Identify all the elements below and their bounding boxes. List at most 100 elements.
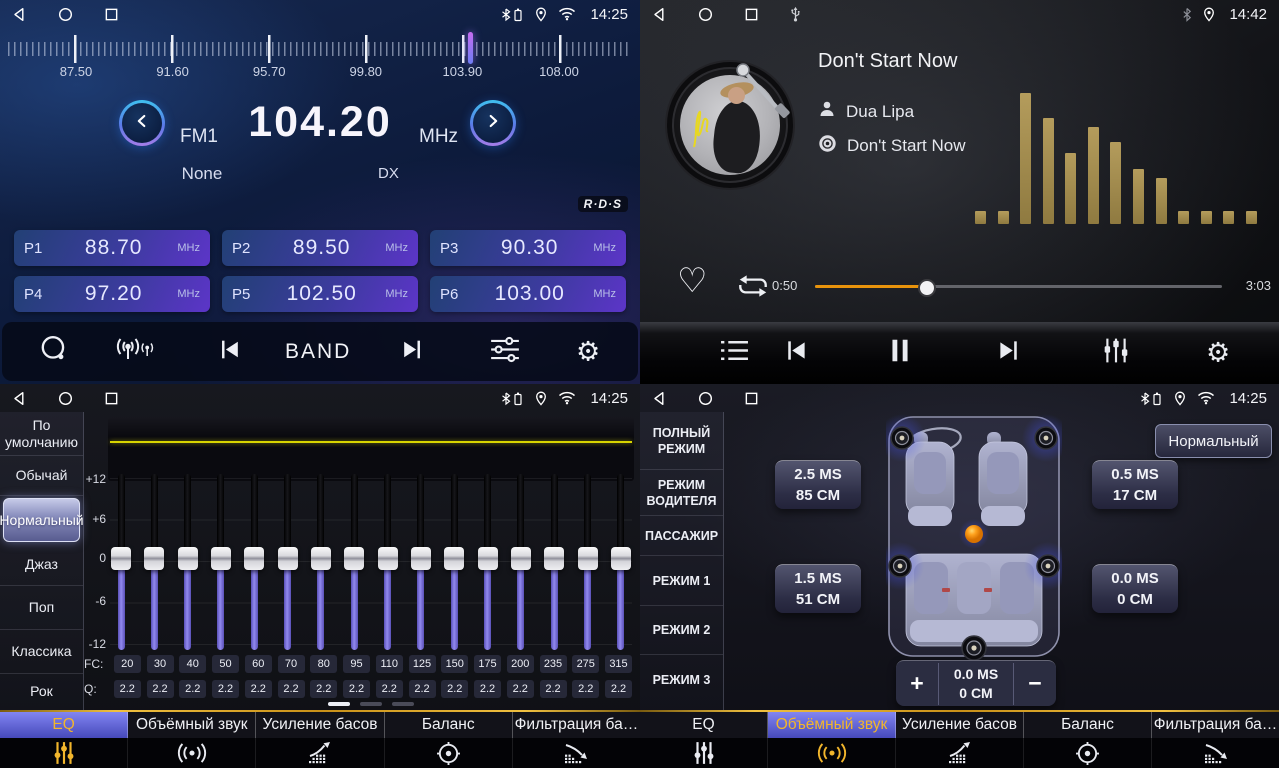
slider-knob[interactable] <box>144 547 164 570</box>
eq-band-slider[interactable] <box>377 474 399 650</box>
fc-value[interactable]: 175 <box>474 655 501 673</box>
tab-surround-icon[interactable] <box>768 738 896 768</box>
mode-custom-3[interactable]: РЕЖИМ 3 <box>640 655 723 704</box>
slider-knob[interactable] <box>378 547 398 570</box>
preset-button-p2[interactable]: P2 89.50 MHz <box>222 230 418 266</box>
tab-balance[interactable]: Баланс <box>385 712 513 738</box>
mode-passenger[interactable]: ПАССАЖИР <box>640 516 723 556</box>
eq-preset-classic[interactable]: Классика <box>0 630 83 674</box>
tuner-pointer[interactable] <box>468 32 473 64</box>
tab-bass-boost[interactable]: Усиление басов <box>256 712 384 738</box>
mode-driver[interactable]: РЕЖИМ ВОДИТЕЛЯ <box>640 470 723 516</box>
tab-balance-icon[interactable] <box>385 738 513 768</box>
eq-band-slider[interactable] <box>277 474 299 650</box>
nav-back-icon[interactable] <box>12 391 27 406</box>
previous-track-icon[interactable] <box>782 337 810 370</box>
q-value[interactable]: 2.2 <box>212 680 239 698</box>
q-value[interactable]: 2.2 <box>409 680 436 698</box>
eq-preset-custom[interactable]: Обычай <box>0 456 83 496</box>
fc-value[interactable]: 50 <box>212 655 239 673</box>
delay-front-right-button[interactable]: 0.5 MS 17 CM <box>1092 460 1178 509</box>
eq-band-slider[interactable] <box>177 474 199 650</box>
q-value[interactable]: 2.2 <box>147 680 174 698</box>
nav-back-icon[interactable] <box>12 7 27 22</box>
pause-icon[interactable] <box>888 337 912 370</box>
tab-balance[interactable]: Баланс <box>1024 712 1152 738</box>
nav-back-icon[interactable] <box>652 391 667 406</box>
slider-knob[interactable] <box>244 547 264 570</box>
tab-bass-boost-icon[interactable] <box>256 738 384 768</box>
slider-knob[interactable] <box>111 547 131 570</box>
settings-gear-icon[interactable]: ⚙ <box>1206 340 1230 367</box>
fc-value[interactable]: 315 <box>605 655 632 673</box>
preset-button-p6[interactable]: P6 103.00 MHz <box>430 276 626 312</box>
tab-bass-boost-icon[interactable] <box>896 738 1024 768</box>
slider-knob[interactable] <box>178 547 198 570</box>
preset-button-p3[interactable]: P3 90.30 MHz <box>430 230 626 266</box>
q-value[interactable]: 2.2 <box>310 680 337 698</box>
tuner-scale[interactable] <box>8 34 632 64</box>
settings-gear-icon[interactable]: ⚙ <box>576 338 600 365</box>
tune-down-button[interactable] <box>119 100 165 146</box>
slider-knob[interactable] <box>544 547 564 570</box>
tab-filter[interactable]: Фильтрация ба… <box>1152 712 1279 738</box>
fc-value[interactable]: 70 <box>278 655 305 673</box>
q-value[interactable]: 2.2 <box>572 680 599 698</box>
eq-band-slider[interactable] <box>477 474 499 650</box>
nav-home-icon[interactable] <box>58 7 73 22</box>
q-value[interactable]: 2.2 <box>278 680 305 698</box>
tab-surround[interactable]: Объёмный звук <box>128 712 256 738</box>
q-value[interactable]: 2.2 <box>179 680 206 698</box>
previous-station-icon[interactable] <box>216 336 243 368</box>
band-button[interactable]: BAND <box>285 340 351 364</box>
mode-full[interactable]: ПОЛНЫЙ РЕЖИМ <box>640 412 723 470</box>
fc-value[interactable]: 95 <box>343 655 370 673</box>
tab-surround[interactable]: Объёмный звук <box>768 712 896 738</box>
q-value[interactable]: 2.2 <box>507 680 534 698</box>
q-value[interactable]: 2.2 <box>343 680 370 698</box>
delay-rear-right-button[interactable]: 0.0 MS 0 CM <box>1092 564 1178 613</box>
eq-band-slider[interactable] <box>243 474 265 650</box>
nav-recents-icon[interactable] <box>104 391 119 406</box>
increase-delay-button[interactable]: + <box>896 670 938 697</box>
fc-value[interactable]: 30 <box>147 655 174 673</box>
eq-band-slider[interactable] <box>443 474 465 650</box>
decrease-delay-button[interactable]: − <box>1014 670 1056 697</box>
eq-band-slider[interactable] <box>410 474 432 650</box>
slider-knob[interactable] <box>444 547 464 570</box>
q-value[interactable]: 2.2 <box>441 680 468 698</box>
fc-value[interactable]: 125 <box>409 655 436 673</box>
q-value[interactable]: 2.2 <box>540 680 567 698</box>
seek-bar-knob[interactable] <box>918 279 936 297</box>
delay-preset-button[interactable]: Нормальный <box>1155 424 1272 458</box>
equalizer-settings-icon[interactable] <box>489 335 521 368</box>
eq-band-slider[interactable] <box>210 474 232 650</box>
eq-band-slider[interactable] <box>110 474 132 650</box>
slider-knob[interactable] <box>411 547 431 570</box>
fc-value[interactable]: 20 <box>114 655 141 673</box>
scan-search-icon[interactable] <box>38 333 70 370</box>
slider-knob[interactable] <box>611 547 631 570</box>
fc-value[interactable]: 275 <box>572 655 599 673</box>
preset-button-p5[interactable]: P5 102.50 MHz <box>222 276 418 312</box>
eq-preset-rock[interactable]: Рок <box>0 674 83 708</box>
slider-knob[interactable] <box>344 547 364 570</box>
audio-mixer-icon[interactable] <box>1102 337 1130 370</box>
tune-up-button[interactable] <box>470 100 516 146</box>
eq-band-slider[interactable] <box>510 474 532 650</box>
next-station-icon[interactable] <box>399 336 426 368</box>
preset-button-p1[interactable]: P1 88.70 MHz <box>14 230 210 266</box>
q-value[interactable]: 2.2 <box>376 680 403 698</box>
tab-surround-icon[interactable] <box>128 738 256 768</box>
favorite-heart-icon[interactable]: ♡ <box>677 264 707 298</box>
fc-value[interactable]: 200 <box>507 655 534 673</box>
delay-rear-left-button[interactable]: 1.5 MS 51 CM <box>775 564 861 613</box>
nav-home-icon[interactable] <box>58 391 73 406</box>
eq-band-slider[interactable] <box>577 474 599 650</box>
fc-value[interactable]: 235 <box>540 655 567 673</box>
playlist-icon[interactable] <box>720 338 749 368</box>
tab-filter[interactable]: Фильтрация ба… <box>513 712 640 738</box>
nav-recents-icon[interactable] <box>104 7 119 22</box>
tab-filter-icon[interactable] <box>1152 738 1279 768</box>
eq-preset-jazz[interactable]: Джаз <box>0 544 83 586</box>
